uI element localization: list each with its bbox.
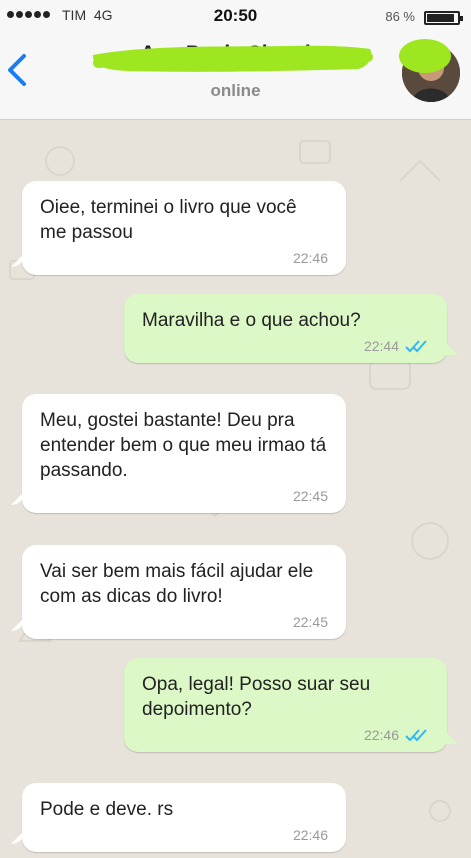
redaction-scribble	[92, 45, 373, 72]
message-text: Meu, gostei bastante! Deu pra entender b…	[40, 410, 327, 481]
read-receipt-icon	[405, 340, 427, 353]
message-bubble-incoming[interactable]: Oiee, terminei o livro que você me passo…	[22, 181, 346, 275]
message-meta: 22:44	[142, 337, 429, 355]
message-meta: 22:46	[40, 249, 328, 267]
contact-status: online	[210, 81, 261, 100]
message-time: 22:44	[363, 337, 399, 354]
avatar-redaction-scribble	[399, 39, 451, 73]
chat-area[interactable]: Oiee, terminei o livro que você me passo…	[0, 121, 471, 858]
message-text: Oiee, terminei o livro que você me passo…	[40, 197, 297, 243]
status-bar: TIM 4G 20:50 86 %	[0, 0, 471, 32]
message-bubble-outgoing[interactable]: Opa, legal! Posso suar seu depoimento? 2…	[124, 658, 447, 752]
read-receipt-icon	[405, 729, 427, 742]
message-bubble-outgoing[interactable]: Maravilha e o que achou? 22:44	[124, 294, 447, 363]
message-bubble-incoming[interactable]: Vai ser bem mais fácil ajudar ele com as…	[22, 545, 346, 639]
message-bubble-incoming[interactable]: Meu, gostei bastante! Deu pra entender b…	[22, 394, 346, 513]
message-time: 22:45	[292, 613, 328, 630]
message-text: Maravilha e o que achou?	[142, 310, 361, 331]
battery-percent: 86 %	[385, 9, 415, 24]
message-meta: 22:45	[40, 487, 328, 505]
message-bubble-incoming[interactable]: Pode e deve. rs 22:46	[22, 783, 346, 852]
message-time: 22:46	[292, 249, 328, 266]
message-time: 22:46	[363, 726, 399, 743]
message-text: Vai ser bem mais fácil ajudar ele com as…	[40, 561, 314, 607]
message-text: Opa, legal! Posso suar seu depoimento?	[142, 674, 371, 720]
message-meta: 22:45	[40, 613, 328, 631]
message-text: Pode e deve. rs	[40, 799, 174, 820]
chat-header: Ana Paula Siqueira online	[0, 32, 471, 120]
message-time: 22:45	[292, 487, 328, 504]
message-time: 22:46	[292, 826, 328, 843]
battery-icon	[424, 11, 463, 25]
message-meta: 22:46	[40, 826, 328, 844]
message-meta: 22:46	[142, 726, 429, 744]
